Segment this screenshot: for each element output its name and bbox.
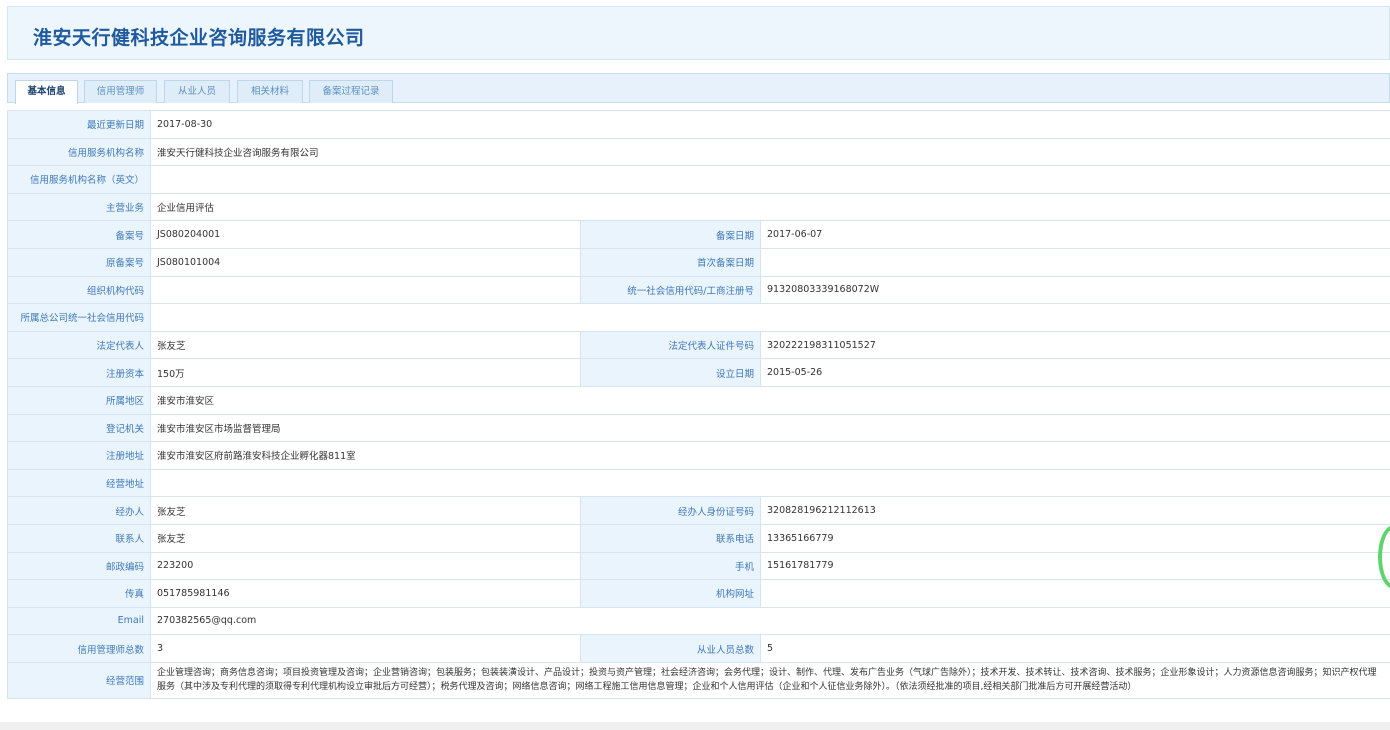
region-label: 所属地区 — [7, 385, 151, 415]
founded-date-value: 2015-05-26 — [759, 358, 1390, 387]
fax-value: 051785981146 — [150, 579, 581, 608]
table-row: 组织机构代码 统一社会信用代码/工商注册号 91320803339168072W — [7, 275, 1390, 305]
table-row: 经办人 张友芝 经办人身份证号码 320828196212112613 — [7, 496, 1390, 525]
credit-code-value: 91320803339168072W — [759, 275, 1390, 305]
biz-scope-label: 经营范围 — [7, 661, 151, 699]
credit-mgr-total-value: 3 — [150, 634, 581, 663]
credit-code-label: 统一社会信用代码/工商注册号 — [580, 275, 761, 305]
table-row: 注册资本 150万 设立日期 2015-05-26 — [7, 358, 1390, 387]
bottom-edge — [0, 722, 1390, 730]
orig-filing-no-value: JS080101004 — [150, 247, 581, 277]
handler-value: 张友芝 — [150, 496, 581, 525]
org-code-value — [150, 275, 581, 305]
org-name-label: 信用服务机构名称 — [7, 137, 151, 167]
reg-authority-label: 登记机关 — [7, 413, 151, 443]
postcode-label: 邮政编码 — [7, 551, 151, 581]
contact-label: 联系人 — [7, 523, 151, 553]
contact-value: 张友芝 — [150, 523, 581, 553]
table-row: 法定代表人 张友芝 法定代表人证件号码 320222198311051527 — [7, 330, 1390, 360]
biz-address-label: 经营地址 — [7, 468, 151, 498]
main-business-value: 企业信用评估 — [149, 192, 1390, 222]
filing-no-value: JS080204001 — [150, 220, 581, 249]
table-row: 主营业务 企业信用评估 — [7, 192, 1390, 222]
tab-filing-records[interactable]: 备案过程记录 — [309, 80, 393, 103]
staff-total-value: 5 — [759, 634, 1390, 663]
region-value: 淮安市淮安区 — [149, 385, 1390, 415]
handler-label: 经办人 — [7, 496, 151, 525]
filing-date-value: 2017-06-07 — [759, 220, 1390, 249]
org-name-en-value — [149, 165, 1390, 194]
biz-address-value — [149, 468, 1390, 498]
first-filing-date-label: 首次备案日期 — [580, 247, 761, 277]
parent-credit-code-value — [149, 303, 1390, 332]
legal-rep-id-value: 320222198311051527 — [759, 330, 1390, 360]
table-row: 信用管理师总数 3 从业人员总数 5 — [7, 634, 1390, 663]
table-row: 经营范围 企业管理咨询；商务信息咨询；项目投资管理及咨询；企业营销咨询；包装服务… — [7, 661, 1390, 699]
phone-label: 联系电话 — [580, 523, 761, 553]
website-label: 机构网址 — [580, 579, 761, 608]
page-header: 淮安天行健科技企业咨询服务有限公司 — [7, 6, 1390, 60]
legal-rep-id-label: 法定代表人证件号码 — [580, 330, 761, 360]
main-business-label: 主营业务 — [7, 192, 151, 222]
org-name-en-label: 信用服务机构名称（英文） — [7, 165, 151, 194]
org-code-label: 组织机构代码 — [7, 275, 151, 305]
table-row: 邮政编码 223200 手机 15161781779 — [7, 551, 1390, 581]
handler-id-value: 320828196212112613 — [759, 496, 1390, 525]
tab-basic-info[interactable]: 基本信息 — [15, 80, 78, 104]
table-row: 传真 051785981146 机构网址 — [7, 579, 1390, 608]
postcode-value: 223200 — [150, 551, 581, 581]
tab-bar: 基本信息 信用管理师 从业人员 相关材料 备案过程记录 — [7, 73, 1390, 104]
biz-scope-value: 企业管理咨询；商务信息咨询；项目投资管理及咨询；企业营销咨询；包装服务；包装装潢… — [149, 661, 1390, 699]
parent-credit-code-label: 所属总公司统一社会信用代码 — [7, 303, 151, 332]
reg-capital-label: 注册资本 — [7, 358, 151, 387]
table-row: 登记机关 淮安市淮安区市场监督管理局 — [7, 413, 1390, 443]
founded-date-label: 设立日期 — [580, 358, 761, 387]
mobile-label: 手机 — [580, 551, 761, 581]
table-row: 信用服务机构名称（英文） — [7, 165, 1390, 194]
tab-credit-managers[interactable]: 信用管理师 — [84, 80, 157, 103]
filing-no-label: 备案号 — [7, 220, 151, 249]
table-row: 备案号 JS080204001 备案日期 2017-06-07 — [7, 220, 1390, 249]
tab-materials[interactable]: 相关材料 — [237, 80, 303, 103]
table-row: 注册地址 淮安市淮安区府前路淮安科技企业孵化器811室 — [7, 441, 1390, 470]
company-title: 淮安天行健科技企业咨询服务有限公司 — [33, 27, 365, 49]
legal-rep-label: 法定代表人 — [7, 330, 151, 360]
first-filing-date-value — [759, 247, 1390, 277]
table-row: 联系人 张友芝 联系电话 13365166779 — [7, 523, 1390, 553]
mobile-value: 15161781779 — [759, 551, 1390, 581]
table-row: 原备案号 JS080101004 首次备案日期 — [7, 247, 1390, 277]
phone-value: 13365166779 — [759, 523, 1390, 553]
reg-authority-value: 淮安市淮安区市场监督管理局 — [149, 413, 1390, 443]
staff-total-label: 从业人员总数 — [580, 634, 761, 663]
credit-mgr-total-label: 信用管理师总数 — [7, 634, 151, 663]
table-row: 所属地区 淮安市淮安区 — [7, 385, 1390, 415]
reg-capital-value: 150万 — [150, 358, 581, 387]
table-row: 信用服务机构名称 淮安天行健科技企业咨询服务有限公司 — [7, 137, 1390, 167]
email-value: 270382565@qq.com — [149, 606, 1390, 636]
reg-address-label: 注册地址 — [7, 441, 151, 470]
table-row: 最近更新日期 2017-08-30 — [7, 110, 1390, 139]
basic-info-table: 最近更新日期 2017-08-30 信用服务机构名称 淮安天行健科技企业咨询服务… — [7, 110, 1390, 699]
handler-id-label: 经办人身份证号码 — [580, 496, 761, 525]
reg-address-value: 淮安市淮安区府前路淮安科技企业孵化器811室 — [149, 441, 1390, 470]
email-label: Email — [7, 606, 151, 636]
update-date-value: 2017-08-30 — [149, 110, 1390, 139]
org-name-value: 淮安天行健科技企业咨询服务有限公司 — [149, 137, 1390, 167]
table-row: 所属总公司统一社会信用代码 — [7, 303, 1390, 332]
orig-filing-no-label: 原备案号 — [7, 247, 151, 277]
table-row: Email 270382565@qq.com — [7, 606, 1390, 636]
filing-date-label: 备案日期 — [580, 220, 761, 249]
tab-staff[interactable]: 从业人员 — [164, 80, 230, 103]
fax-label: 传真 — [7, 579, 151, 608]
table-row: 经营地址 — [7, 468, 1390, 498]
legal-rep-value: 张友芝 — [150, 330, 581, 360]
update-date-label: 最近更新日期 — [7, 110, 151, 139]
website-value — [759, 579, 1390, 608]
